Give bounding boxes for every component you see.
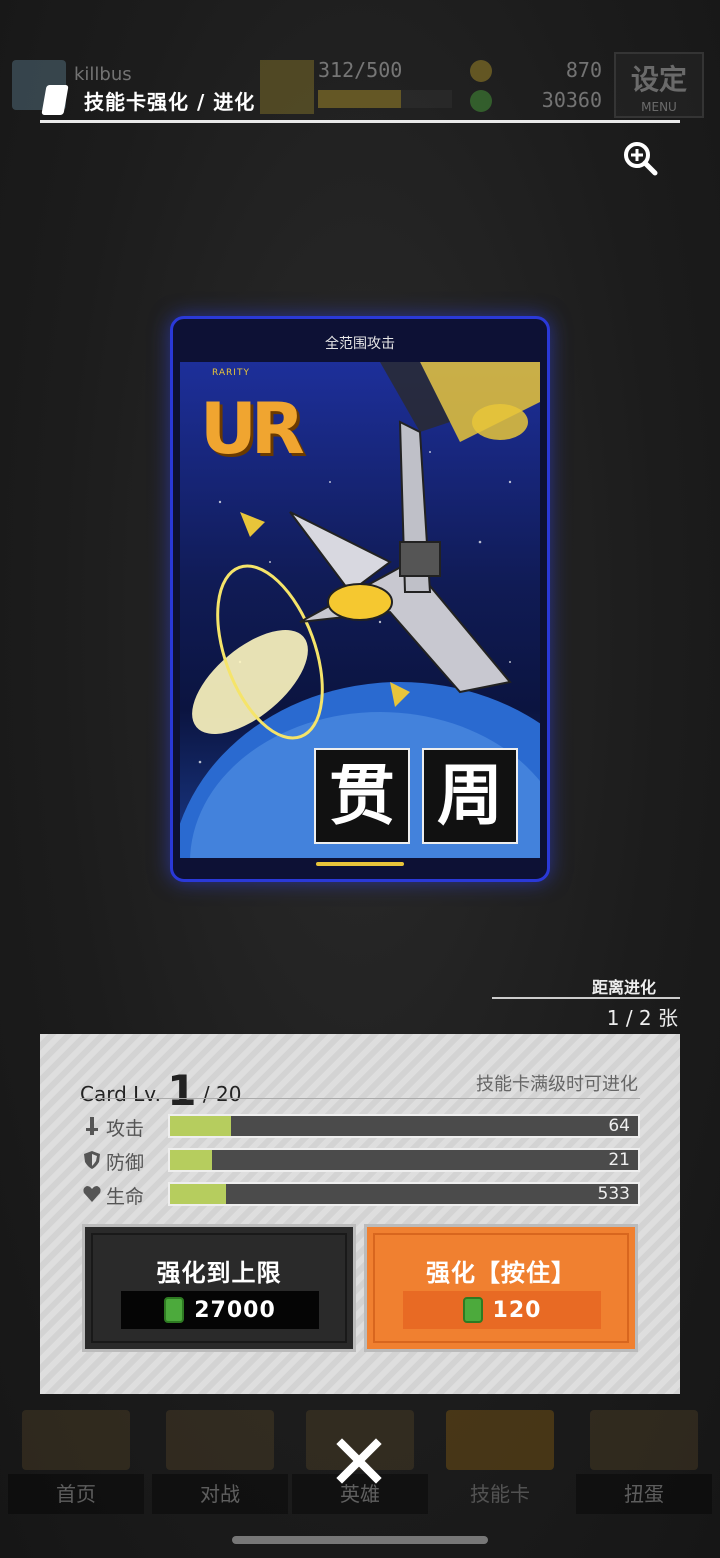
header-divider <box>40 120 680 123</box>
nav-item-battle[interactable]: 对战 <box>148 1404 292 1514</box>
stamina-bar-fill <box>318 90 402 108</box>
breadcrumb: 技能卡强化 / 进化 <box>41 82 256 118</box>
nav-label: 技能卡 <box>470 1482 530 1506</box>
cost-value: 27000 <box>194 1297 276 1323</box>
stat-bar: 533 <box>168 1182 640 1206</box>
rarity-caption: RARITY <box>212 368 250 378</box>
enhance-hold-button[interactable]: 强化【按住】 120 <box>364 1224 638 1352</box>
home-icon <box>22 1410 130 1470</box>
cost-value: 120 <box>492 1297 542 1323</box>
evolution-label: 距离进化 <box>592 978 657 997</box>
rarity-badge: UR <box>200 388 305 470</box>
enhance-to-max-label: 强化到上限 <box>156 1259 282 1287</box>
card-page-indicator <box>316 862 404 866</box>
card-title-char: 周 <box>422 748 518 844</box>
shield-icon <box>84 1151 100 1169</box>
green-coin-icon <box>164 1297 185 1323</box>
nav-label: 首页 <box>8 1474 144 1514</box>
breadcrumb-text: 技能卡强化 / 进化 <box>84 89 256 114</box>
green-coin-icon <box>470 90 492 112</box>
stamina-text: 312/500 <box>318 58 403 82</box>
green-coin-icon <box>462 1297 483 1323</box>
stat-bar: 64 <box>168 1114 640 1138</box>
stat-row-attack: 攻击 64 <box>82 1114 642 1140</box>
stat-value: 21 <box>608 1150 630 1170</box>
stat-name: 生命 <box>106 1186 145 1208</box>
enhance-to-max-cost: 27000 <box>121 1291 319 1329</box>
enhance-hold-label: 强化【按住】 <box>426 1259 576 1287</box>
nav-item-skill-cards[interactable]: 技能卡 <box>428 1404 572 1514</box>
green-amount: 30360 <box>541 88 602 112</box>
stat-name: 攻击 <box>106 1118 145 1140</box>
gacha-icon <box>590 1410 698 1470</box>
nav-label: 扭蛋 <box>576 1474 712 1514</box>
stat-row-hp: 生命 533 <box>82 1182 642 1208</box>
gold-coin-icon <box>470 60 492 82</box>
stat-value: 533 <box>597 1184 630 1204</box>
menu-main-label: 设定 <box>630 63 687 96</box>
evolution-divider <box>492 997 680 999</box>
nav-item-gacha[interactable]: 扭蛋 <box>572 1404 716 1514</box>
nav-label: 对战 <box>152 1474 288 1514</box>
card-icon <box>41 85 69 115</box>
rank-badge <box>260 60 314 114</box>
enhance-panel: Card Lv. 1 / 20 技能卡满级时可进化 攻击 64 防御 21 生命… <box>40 1034 680 1394</box>
cards-icon <box>446 1410 554 1470</box>
level-prefix: Card Lv. <box>80 1082 161 1106</box>
home-indicator[interactable] <box>232 1536 488 1544</box>
stat-bar: 21 <box>168 1148 640 1172</box>
card-category: 全范围攻击 <box>325 336 395 352</box>
menu-sub-label: MENU <box>641 100 677 114</box>
stat-value: 64 <box>608 1116 630 1136</box>
stamina-bar <box>318 90 452 108</box>
gold-amount: 870 <box>565 58 602 82</box>
menu-button[interactable]: 设定 MENU <box>614 52 704 118</box>
skill-card-art[interactable]: RARITY UR 贯 周 <box>180 362 540 858</box>
heart-icon <box>83 1186 101 1202</box>
evolve-hint: 技能卡满级时可进化 <box>476 1074 638 1095</box>
zoom-in-icon[interactable] <box>622 140 658 176</box>
close-icon[interactable] <box>334 1436 384 1486</box>
enhance-hold-cost: 120 <box>403 1291 601 1329</box>
stat-bar-fill <box>170 1184 227 1204</box>
card-level: Card Lv. 1 / 20 <box>80 1066 241 1115</box>
stat-bar-fill <box>170 1116 231 1136</box>
evolution-count: 1 / 2 张 <box>606 1006 678 1030</box>
stat-bar-fill <box>170 1150 213 1170</box>
level-max: / 20 <box>202 1082 242 1106</box>
card-title-char: 贯 <box>314 748 410 844</box>
stat-row-defense: 防御 21 <box>82 1148 642 1174</box>
stat-name: 防御 <box>106 1152 145 1174</box>
enhance-to-max-button[interactable]: 强化到上限 27000 <box>82 1224 356 1352</box>
gamepad-icon <box>166 1410 274 1470</box>
level-value: 1 <box>167 1066 197 1115</box>
panel-divider <box>80 1098 640 1099</box>
nav-item-home[interactable]: 首页 <box>4 1404 148 1514</box>
sword-icon <box>86 1117 98 1135</box>
